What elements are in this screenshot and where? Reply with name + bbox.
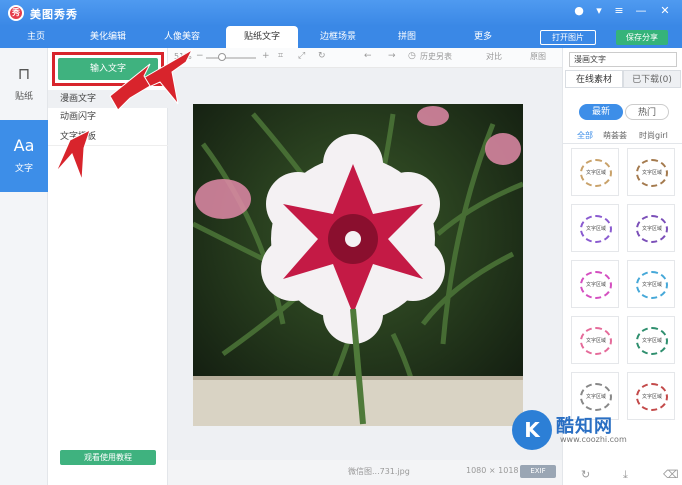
fit-icon[interactable]: ⤢: [298, 51, 305, 61]
left-nav-text-label: 文字: [14, 164, 33, 174]
coozhi-logo-icon: K: [512, 410, 552, 450]
exif-button[interactable]: EXIF: [520, 465, 556, 478]
sub-item-animated-text[interactable]: 动画闪字: [48, 108, 168, 126]
left-nav-sticker-label: 贴纸: [14, 92, 33, 102]
sticker-thumbnail[interactable]: 文字区域: [627, 204, 675, 252]
chat-icon[interactable]: ●: [572, 4, 586, 17]
menu-icon[interactable]: ≡: [612, 4, 626, 17]
redo-icon[interactable]: →: [388, 51, 396, 61]
sub-item-text-template[interactable]: 文字模板: [48, 128, 168, 146]
canvas-area: [168, 68, 562, 460]
zoom-slider-handle[interactable]: [218, 53, 226, 61]
reset-icon[interactable]: ↻: [318, 51, 326, 61]
sticker-bubble-icon: 文字区域: [636, 271, 668, 299]
text-aa-icon: Aa: [13, 136, 35, 155]
zoom-out-icon[interactable]: −: [196, 51, 204, 61]
sticker-bubble-icon: 文字区域: [580, 383, 612, 411]
sticker-thumbnail[interactable]: 文字区域: [571, 260, 619, 308]
zoom-slider[interactable]: [206, 57, 256, 59]
crop-icon[interactable]: ⌗: [278, 51, 283, 61]
category-select[interactable]: 漫画文字: [569, 52, 677, 67]
photo-flower[interactable]: [193, 104, 523, 426]
open-image-button[interactable]: 打开图片: [540, 30, 596, 45]
sticker-bubble-icon: 文字区域: [636, 327, 668, 355]
watch-tutorial-button[interactable]: 观看使用教程: [60, 450, 156, 465]
original-button[interactable]: 原图: [530, 51, 546, 62]
sticker-bubble-icon: 文字区域: [636, 383, 668, 411]
zoom-level: 51%: [174, 52, 192, 61]
wifi-icon[interactable]: ▾: [592, 4, 606, 17]
app-window: { "app": {"title": "美图秀秀", "logo_text": …: [0, 0, 682, 485]
left-nav: ⊓ 贴纸 Aa 文字: [0, 48, 48, 485]
undo-icon[interactable]: ←: [364, 51, 372, 61]
text-sub-panel: 输入文字 漫画文字 动画闪字 文字模板 观看使用教程: [48, 48, 168, 485]
filter-fashion[interactable]: 时尚girl: [639, 130, 668, 141]
history-icon[interactable]: ◷: [408, 51, 416, 61]
app-title: 美图秀秀: [30, 8, 78, 21]
zoom-in-icon[interactable]: +: [262, 51, 270, 61]
sticker-thumbnail[interactable]: 文字区域: [627, 148, 675, 196]
sticker-thumbnail[interactable]: 文字区域: [571, 204, 619, 252]
close-icon[interactable]: ✕: [658, 4, 672, 17]
left-nav-sticker[interactable]: ⊓ 贴纸: [0, 48, 48, 120]
tab-online-material[interactable]: 在线素材: [565, 70, 623, 88]
tab-downloaded[interactable]: 已下载(0): [623, 70, 681, 88]
sticker-thumbnail[interactable]: 文字区域: [627, 260, 675, 308]
sort-hot[interactable]: 热门: [625, 104, 669, 120]
watermark-url: www.coozhi.com: [560, 435, 627, 444]
tab-home[interactable]: 主页: [14, 26, 58, 48]
sticker-bubble-icon: 文字区域: [580, 159, 612, 187]
tab-beautify[interactable]: 美化编辑: [80, 26, 136, 48]
sticker-bubble-icon: 文字区域: [636, 159, 668, 187]
flower-image: [193, 104, 523, 426]
sticker-bubble-icon: 文字区域: [580, 327, 612, 355]
sticker-thumbnail[interactable]: 文字区域: [627, 316, 675, 364]
sub-item-comic-text[interactable]: 漫画文字: [48, 90, 168, 108]
history-label[interactable]: 历史另表: [420, 51, 452, 62]
tab-portrait[interactable]: 人像美容: [152, 26, 212, 48]
status-bar: 微信图...731.jpg 1080 × 1018 EXIF: [168, 460, 562, 485]
sticker-bubble-icon: 文字区域: [580, 215, 612, 243]
filter-all[interactable]: 全部: [577, 130, 593, 141]
left-nav-text[interactable]: Aa 文字: [0, 120, 48, 192]
bookmark-icon: ⊓: [17, 64, 31, 83]
app-logo-icon: 秀: [8, 5, 24, 21]
delete-icon[interactable]: ⌫: [663, 468, 679, 481]
sticker-bubble-icon: 文字区域: [636, 215, 668, 243]
tab-sticker-text[interactable]: 贴纸文字: [226, 26, 298, 48]
tab-frame-scene[interactable]: 边框场景: [308, 26, 368, 48]
file-name: 微信图...731.jpg: [348, 467, 410, 476]
filter-meng[interactable]: 萌荟荟: [603, 130, 627, 141]
sticker-thumbnail[interactable]: 文字区域: [571, 148, 619, 196]
tab-collage[interactable]: 拼图: [382, 26, 432, 48]
sticker-thumbnail[interactable]: 文字区域: [571, 316, 619, 364]
tab-more[interactable]: 更多: [458, 26, 508, 48]
highlight-box: [52, 52, 164, 86]
minimize-icon[interactable]: —: [634, 4, 648, 17]
save-share-button[interactable]: 保存分享: [616, 30, 668, 45]
filter-bar: 全部 萌荟荟 时尚girl: [563, 128, 682, 144]
download-icon[interactable]: ⤓: [623, 468, 628, 482]
refresh-icon[interactable]: ↻: [581, 468, 590, 481]
canvas-toolbar: 51% − + ⌗ ⤢ ↻ ← → ◷ 历史另表 对比 原图: [168, 48, 562, 68]
main-nav: 主页 美化编辑 人像美容 贴纸文字 边框场景 拼图 更多 打开图片 保存分享: [0, 26, 682, 48]
sort-newest[interactable]: 最新: [579, 104, 623, 120]
title-bar: 秀 美图秀秀 ● ▾ ≡ — ✕: [0, 0, 682, 26]
image-dimensions: 1080 × 1018: [466, 466, 519, 475]
compare-button[interactable]: 对比: [486, 51, 502, 62]
sticker-bubble-icon: 文字区域: [580, 271, 612, 299]
sticker-thumbnail[interactable]: 文字区域: [627, 372, 675, 420]
